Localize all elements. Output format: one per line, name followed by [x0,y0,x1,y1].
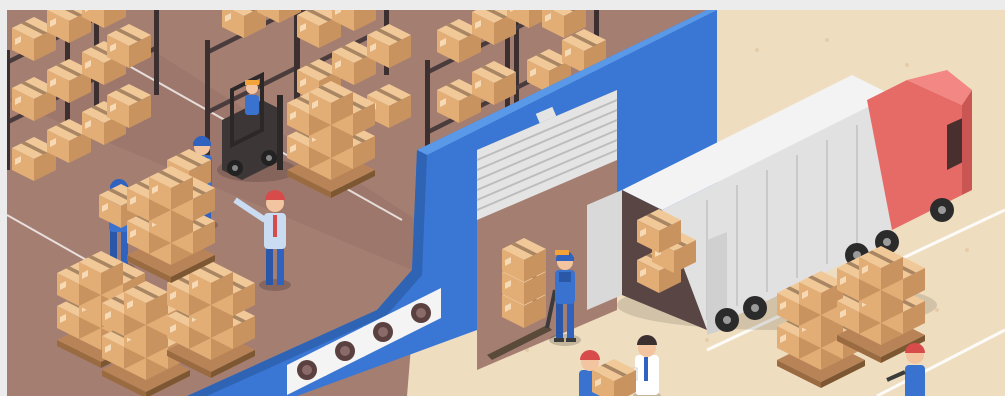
warehouse-illustration [7,10,1005,396]
